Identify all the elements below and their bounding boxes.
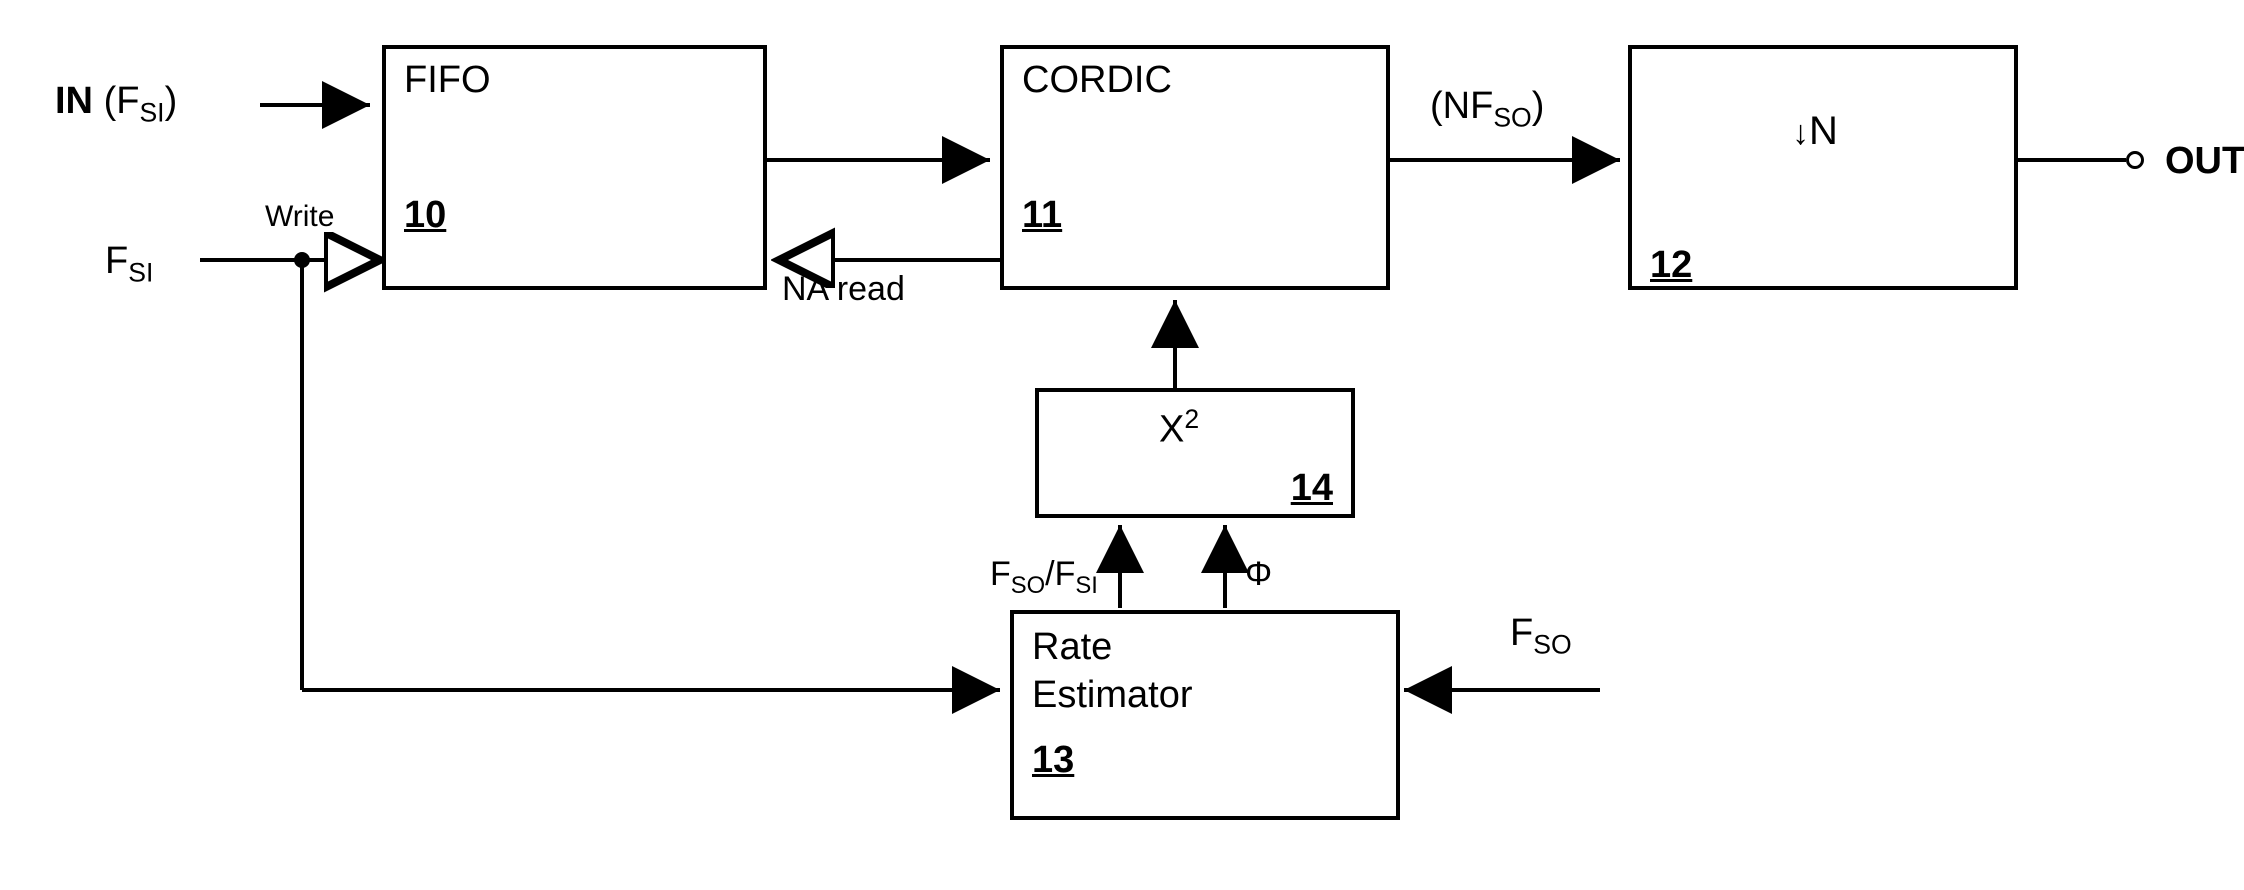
cordic-ref: 11 <box>1022 194 1062 237</box>
nfso-label: (NFSO) <box>1430 85 1544 134</box>
write-label: Write <box>265 200 334 234</box>
squarer-block: X2 14 <box>1035 388 1355 518</box>
downsample-ref: 12 <box>1650 244 1692 287</box>
squarer-ref: 14 <box>1291 467 1333 510</box>
fifo-block: FIFO 10 <box>382 45 767 290</box>
fifo-title: FIFO <box>404 59 491 102</box>
rate-estimator-block: Rate Estimator 13 <box>1010 610 1400 820</box>
output-node <box>2126 151 2144 169</box>
fifo-ref: 10 <box>404 194 446 237</box>
phi-label: Φ <box>1245 555 1272 594</box>
fso-input-label: FSO <box>1510 612 1572 661</box>
downsample-block: ↓N 12 <box>1628 45 2018 290</box>
output-out-label: OUT (FSO) <box>2165 140 2244 189</box>
block-diagram: IN (FSI) FSI Write FIFO 10 NA read CORDI… <box>0 0 2244 890</box>
input-in-label: IN (FSI) <box>55 80 177 129</box>
rate-label-2: Estimator <box>1032 674 1192 717</box>
squarer-content: X2 <box>1159 404 1199 452</box>
cordic-title: CORDIC <box>1022 59 1172 102</box>
rate-ref: 13 <box>1032 739 1074 782</box>
ratio-label: FSO/FSI <box>990 555 1098 600</box>
na-read-label: NA read <box>782 270 905 309</box>
downsample-content: ↓N <box>1792 109 1838 154</box>
input-fsi-label: FSI <box>105 240 153 289</box>
junction-dot <box>294 252 310 268</box>
cordic-block: CORDIC 11 <box>1000 45 1390 290</box>
rate-label-1: Rate <box>1032 626 1112 669</box>
